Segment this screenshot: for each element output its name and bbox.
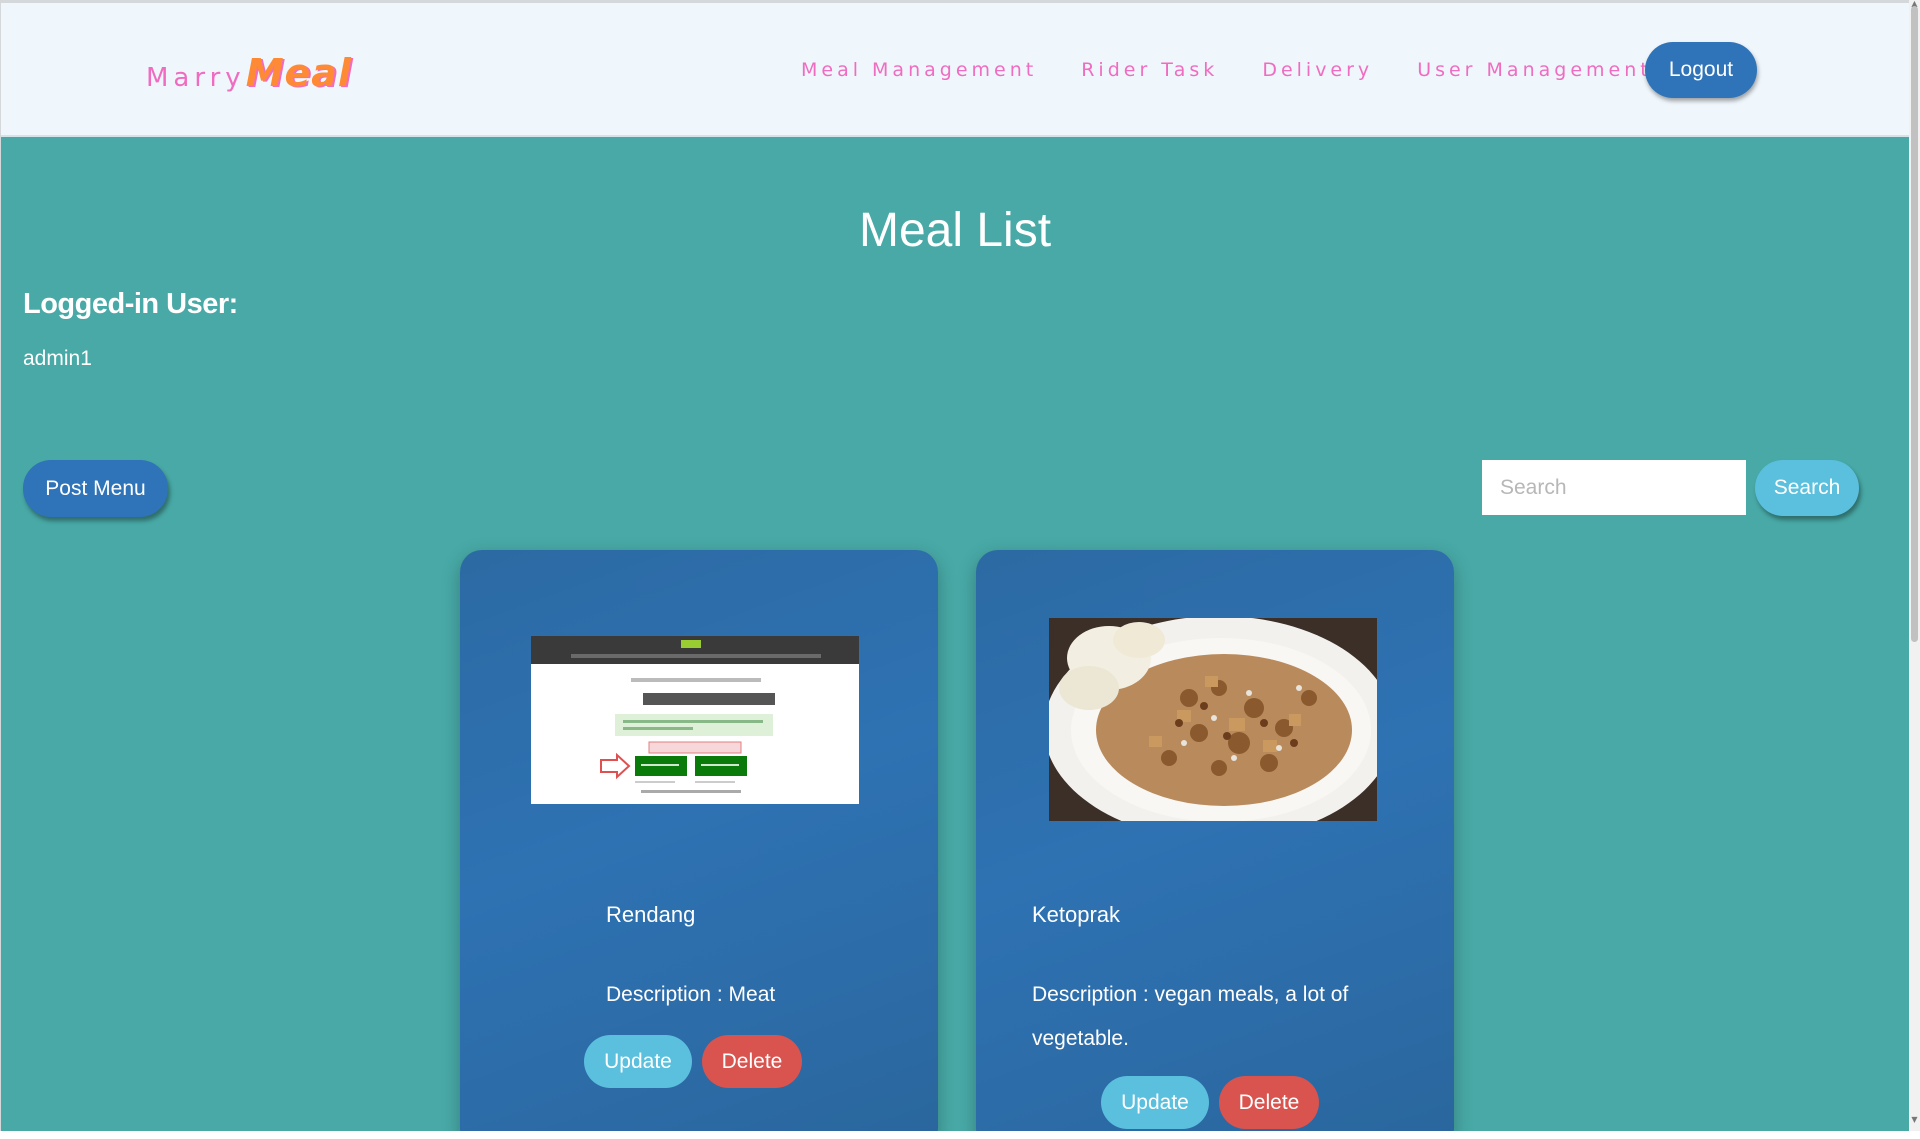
brand-meal-text: Meal	[245, 51, 352, 95]
search-button[interactable]: Search	[1755, 460, 1859, 516]
update-button[interactable]: Update	[1101, 1076, 1209, 1129]
ketoprak-food-photo	[1049, 618, 1377, 821]
logout-button[interactable]: Logout	[1645, 42, 1757, 98]
meal-actions: Update Delete	[1101, 1076, 1319, 1129]
nav-link-meal-management[interactable]: Meal Management	[801, 59, 1037, 81]
meal-card-rendang: Rendang Description : Meat Update Delete	[460, 550, 938, 1131]
nav-links: Meal Management Rider Task Delivery User…	[801, 59, 1652, 81]
post-menu-button[interactable]: Post Menu	[23, 460, 168, 517]
nav-link-delivery[interactable]: Delivery	[1262, 59, 1373, 81]
logged-in-username: admin1	[23, 347, 92, 370]
meal-actions: Update Delete	[584, 1035, 802, 1088]
navbar: Marry Meal Meal Management Rider Task De…	[1, 3, 1909, 137]
search-input[interactable]	[1482, 460, 1746, 515]
scroll-thumb[interactable]	[1911, 6, 1918, 642]
meal-name: Rendang	[606, 902, 696, 927]
logged-in-user-label: Logged-in User:	[23, 288, 238, 320]
brand-marry-text: Marry	[146, 63, 246, 93]
page-scrollbar[interactable]: ▲ ▼	[1909, 0, 1920, 1131]
nav-link-rider-task[interactable]: Rider Task	[1081, 59, 1218, 81]
meal-image-rendang	[531, 636, 859, 804]
delete-button[interactable]: Delete	[702, 1035, 802, 1088]
meal-description: Description : vegan meals, a lot of vege…	[1032, 983, 1349, 1050]
scroll-down-arrow-icon[interactable]: ▼	[1911, 1116, 1918, 1124]
delete-button[interactable]: Delete	[1219, 1076, 1319, 1129]
webpage-screenshot-thumbnail	[531, 636, 859, 804]
update-button[interactable]: Update	[584, 1035, 692, 1088]
meal-image-ketoprak	[1049, 618, 1377, 821]
brand-logo[interactable]: Marry Meal	[146, 51, 352, 95]
meal-description: Description : Meat	[606, 983, 776, 1006]
meal-name: Ketoprak	[1032, 902, 1121, 927]
page-title: Meal List	[858, 204, 1052, 257]
meal-card-ketoprak: Ketoprak Description : vegan meals, a lo…	[976, 550, 1454, 1131]
nav-link-user-management[interactable]: User Management	[1417, 59, 1652, 81]
browser-viewport: Marry Meal Meal Management Rider Task De…	[0, 0, 1909, 1131]
